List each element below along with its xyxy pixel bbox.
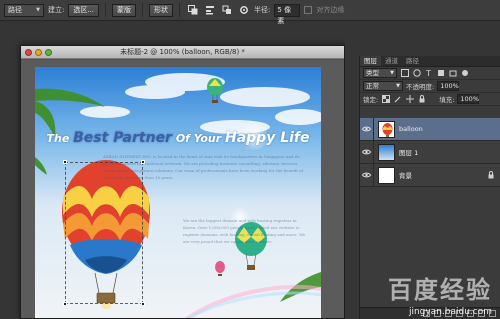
selection-button[interactable]: 选区... [68, 3, 100, 17]
watermark-url: jingyan.baidu.com [408, 307, 492, 317]
transform-handle[interactable] [63, 160, 67, 164]
path-alignment-icon[interactable] [203, 4, 216, 17]
tab-paths[interactable]: 路径 [402, 56, 423, 66]
watermark-logo: 百度经验 [388, 276, 492, 304]
canvas-area[interactable]: The Best Partner Of Your Happy Life ASEA… [21, 60, 344, 318]
chevron-down-icon: ▼ [36, 6, 40, 13]
layer-name: 图层 1 [399, 149, 419, 157]
artwork-body-text-2: We are the biggest domain and web hostin… [183, 218, 306, 244]
shape-filter-icon[interactable] [436, 69, 445, 78]
layer-row-background[interactable]: 背景 [360, 163, 500, 187]
document-titlebar[interactable]: 未标题-2 @ 100% (balloon, RGB/8) * [21, 46, 344, 59]
lock-position-icon[interactable] [405, 95, 414, 104]
radius-label: 半径: [254, 6, 271, 14]
tab-layers[interactable]: 图层 [360, 56, 381, 66]
filter-row: 类型 ▼ T [360, 67, 500, 80]
gear-icon[interactable] [237, 4, 250, 17]
image-filter-icon[interactable] [400, 69, 409, 78]
layer-thumbnail [378, 166, 395, 184]
layers-list: balloon 图层 1 背景 [360, 117, 500, 187]
transform-handle[interactable] [63, 302, 67, 306]
headline-the: The [46, 132, 70, 145]
layer-thumbnail [378, 143, 395, 161]
artboard[interactable]: The Best Partner Of Your Happy Life ASEA… [35, 67, 321, 318]
separator [179, 3, 181, 17]
headline-best-partner: Best Partner [73, 130, 172, 146]
adjustment-filter-icon[interactable] [412, 69, 421, 78]
mode-select-label: 路径 [8, 5, 22, 14]
blend-mode-select[interactable]: 正常 ▼ [363, 81, 403, 91]
filter-toggle-icon[interactable] [460, 69, 469, 78]
lock-icon [486, 171, 496, 179]
mask-button[interactable]: 蒙版 [112, 3, 137, 17]
lock-label: 锁定: [363, 96, 379, 104]
layer-row-layer-1[interactable]: 图层 1 [360, 140, 500, 164]
panel-tabs: 图层 通道 路径 [360, 56, 500, 67]
path-arrangement-icon[interactable] [220, 4, 233, 17]
headline-of-your: Of Your [175, 132, 222, 145]
transform-bounding-box[interactable] [63, 160, 145, 306]
path-operations-icon[interactable] [186, 4, 199, 17]
fill-label: 填充: [439, 96, 455, 104]
lock-pixels-icon[interactable] [393, 95, 402, 104]
opacity-input[interactable]: 100% [437, 81, 460, 91]
layer-thumbnail [378, 120, 395, 138]
tab-channels[interactable]: 通道 [381, 56, 402, 66]
workspace-background [345, 22, 359, 319]
separator [142, 3, 144, 17]
lock-transparent-icon[interactable] [381, 95, 390, 104]
layer-name: balloon [399, 125, 423, 133]
transform-handle[interactable] [141, 302, 145, 306]
artwork-headline: The Best Partner Of Your Happy Life [35, 130, 321, 146]
options-bar: 路径 ▼ 建立: 选区... 蒙版 形状 半径: 5 像素 对齐边缘 [0, 0, 500, 25]
align-edges-label: 对齐边缘 [316, 6, 345, 14]
chevron-down-icon: ▼ [390, 70, 394, 76]
layer-name: 背景 [399, 172, 412, 180]
make-label: 建立: [48, 6, 65, 14]
visibility-eye-icon[interactable] [360, 163, 374, 187]
blend-mode-label: 正常 [366, 82, 379, 90]
lock-all-icon[interactable] [417, 95, 426, 104]
radius-input[interactable]: 5 像素 [274, 3, 301, 25]
document-title: 未标题-2 @ 100% (balloon, RGB/8) * [120, 48, 245, 56]
type-filter-icon[interactable]: T [424, 69, 433, 78]
blend-row: 正常 ▼ 不透明度: 100% [360, 80, 500, 93]
visibility-eye-icon[interactable] [360, 117, 374, 141]
lock-row: 锁定: 填充: 100% [360, 93, 500, 106]
svg-text:T: T [425, 69, 431, 77]
visibility-eye-icon[interactable] [360, 140, 374, 164]
kind-filter-label: 类型 [366, 69, 379, 77]
mode-select[interactable]: 路径 ▼ [4, 3, 44, 17]
headline-happy-life: Happy Life [224, 130, 310, 146]
shape-button[interactable]: 形状 [149, 3, 174, 17]
layer-row-balloon[interactable]: balloon [360, 117, 500, 141]
transform-handle[interactable] [141, 160, 145, 164]
smart-object-filter-icon[interactable] [448, 69, 457, 78]
separator [105, 3, 107, 17]
opacity-label: 不透明度: [406, 83, 435, 91]
align-edges-checkbox[interactable] [304, 6, 313, 14]
kind-filter-select[interactable]: 类型 ▼ [363, 68, 397, 78]
document-window: 未标题-2 @ 100% (balloon, RGB/8) * The Best… [20, 45, 345, 319]
fill-input[interactable]: 100% [457, 94, 480, 104]
chevron-down-icon: ▼ [396, 83, 400, 89]
